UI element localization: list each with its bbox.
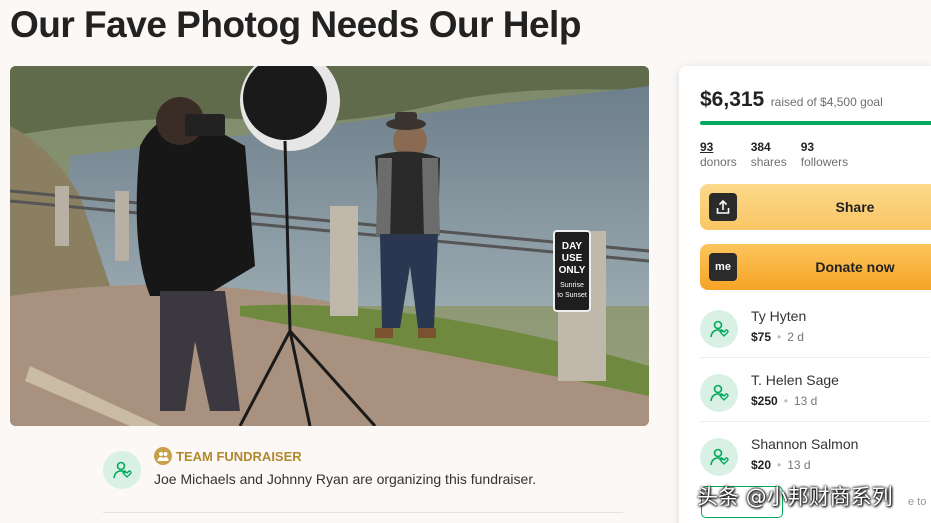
donor-amount: $20 [751, 458, 772, 472]
organizer-avatar[interactable] [103, 451, 141, 489]
organizer-description: Joe Michaels and Johnny Ryan are organiz… [154, 471, 537, 487]
donor-time: 13 d [793, 394, 818, 408]
campaign-stats: 93 donors 384 shares 93 followers [700, 140, 848, 170]
donor-divider [700, 421, 930, 422]
donor-item: Ty Hyten $75 • 2 d [700, 302, 931, 362]
share-button-label: Share [835, 199, 875, 215]
stat-label: shares [750, 155, 787, 169]
donate-button-label: Donate now [815, 259, 895, 275]
donor-time: 13 d [787, 458, 811, 472]
stat-number: 384 [750, 140, 771, 154]
user-heart-icon [113, 461, 132, 479]
raised-amount: $6,315 [700, 88, 765, 111]
hero-photo-illustration: DAY USE ONLY Sunrise to Sunset [10, 66, 649, 426]
separator-dot: • [777, 458, 782, 472]
section-divider [103, 512, 623, 513]
donor-amount: $75 [751, 330, 772, 344]
stat-shares: 384 shares [751, 140, 787, 170]
sign-line: DAY [562, 241, 583, 252]
donor-avatar [700, 310, 738, 348]
raised-goal: raised of $4,500 goal [770, 95, 883, 109]
donor-avatar [700, 374, 738, 412]
donor-name: Ty Hyten [751, 308, 807, 324]
donor-time: 2 d [787, 330, 804, 344]
donor-divider [700, 357, 930, 358]
cutoff-label: e to [908, 496, 927, 508]
donor-meta: $75 • 2 d [751, 330, 804, 344]
watermark-text: 头条 @小邦财商系列 [697, 485, 893, 509]
upload-share-icon [709, 193, 737, 221]
donor-item: T. Helen Sage $250 • 13 d [700, 366, 931, 426]
donor-meta: $250 • 13 d [751, 394, 817, 408]
team-icon [154, 447, 172, 465]
donor-amount: $250 [751, 394, 778, 408]
progress-bar [700, 121, 931, 125]
donor-name: Shannon Salmon [751, 436, 859, 452]
sign-line: ONLY [559, 265, 586, 276]
stat-label: followers [800, 155, 849, 169]
separator-dot: • [783, 394, 788, 408]
raised-summary: $6,315 raised of $4,500 goal [700, 88, 883, 112]
sign-line: USE [562, 253, 583, 264]
stat-number: 93 [700, 140, 714, 154]
sign-line: to Sunset [557, 292, 587, 299]
user-heart-icon [710, 320, 729, 338]
stat-label: donors [700, 155, 737, 169]
share-button[interactable]: Share [700, 184, 931, 230]
team-fundraiser-badge: TEAM FUNDRAISER [154, 447, 302, 465]
donor-meta: $20 • 13 d [751, 458, 811, 472]
gofundme-logo-icon: me [709, 253, 737, 281]
sign-line: Sunrise [560, 282, 584, 289]
donor-avatar [700, 438, 738, 476]
donate-icon-text: me [715, 261, 731, 273]
page-title: Our Fave Photog Needs Our Help [10, 4, 581, 45]
stat-donors[interactable]: 93 donors [700, 140, 737, 170]
user-heart-icon [710, 448, 729, 466]
donation-sidebar: $6,315 raised of $4,500 goal 93 donors 3… [679, 66, 931, 523]
separator-dot: • [777, 330, 782, 344]
donor-name: T. Helen Sage [751, 372, 839, 388]
progress-fill [700, 121, 931, 125]
user-heart-icon [710, 384, 729, 402]
team-fundraiser-label: TEAM FUNDRAISER [176, 448, 302, 464]
stat-followers: 93 followers [801, 140, 848, 170]
stat-number: 93 [800, 140, 815, 154]
campaign-hero-photo[interactable]: DAY USE ONLY Sunrise to Sunset [10, 66, 649, 426]
donate-now-button[interactable]: me Donate now [700, 244, 931, 290]
